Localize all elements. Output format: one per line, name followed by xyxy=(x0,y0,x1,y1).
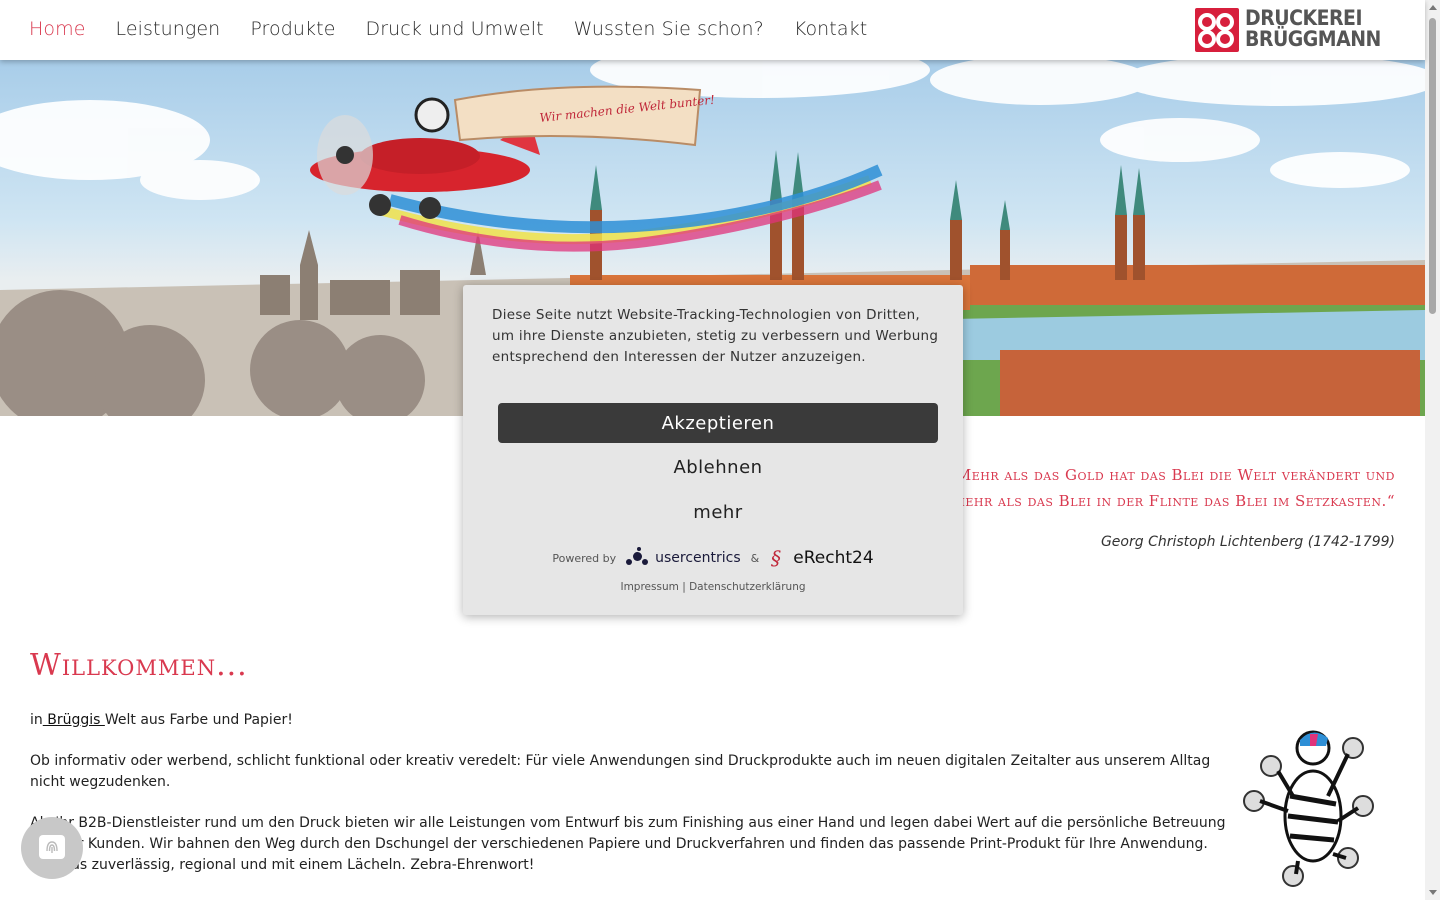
intro-prefix: in xyxy=(30,712,43,728)
scroll-down-arrow-icon[interactable] xyxy=(1429,890,1437,895)
welcome-title: Willkommen... xyxy=(30,648,248,683)
privacy-settings-button[interactable] xyxy=(21,817,83,879)
deny-cookies-button[interactable]: Ablehnen xyxy=(498,449,938,485)
more-info-button[interactable]: mehr xyxy=(498,494,938,530)
zebra-mascot-illustration xyxy=(1243,730,1374,887)
nav-menu: Home Leistungen Produkte Druck und Umwel… xyxy=(29,0,867,58)
nav-item-druck-und-umwelt[interactable]: Druck und Umwelt xyxy=(366,18,544,40)
nav-item-wussten-sie-schon[interactable]: Wussten Sie schon? xyxy=(574,18,764,40)
erecht24-logo[interactable]: § eRecht24 xyxy=(769,547,873,569)
powered-by-label: Powered by xyxy=(552,551,617,565)
logo-line-1: DRUCKEREI xyxy=(1245,6,1362,30)
intro-suffix: Welt aus Farbe und Papier! xyxy=(104,712,293,728)
nav-item-produkte[interactable]: Produkte xyxy=(250,18,335,40)
privacy-link[interactable]: Datenschutzerklärung xyxy=(689,581,805,593)
cookie-footer-links: Impressum | Datenschutzerklärung xyxy=(463,581,963,593)
welcome-paragraph-2: Als Ihr B2B-Dienstleister rund um den Dr… xyxy=(30,815,1226,873)
nav-item-kontakt[interactable]: Kontakt xyxy=(794,18,867,40)
usercentrics-logo[interactable]: usercentrics xyxy=(626,547,741,569)
logo-text: DRUCKEREI BRÜGGMANN xyxy=(1245,8,1381,50)
usercentrics-text: usercentrics xyxy=(655,550,741,566)
quote-author: Georg Christoph Lichtenberg (1742-1799) xyxy=(1100,534,1395,550)
svg-text:§: § xyxy=(771,547,781,569)
brueggis-link[interactable]: Brüggis xyxy=(43,712,105,728)
logo-line-2: BRÜGGMANN xyxy=(1245,27,1381,51)
imprint-link[interactable]: Impressum xyxy=(620,581,678,593)
nav-item-leistungen[interactable]: Leistungen xyxy=(116,18,221,40)
scrollbar-thumb[interactable] xyxy=(1429,18,1436,314)
ampersand: & xyxy=(750,551,760,565)
hero-quote: „Mehr als das Gold hat das Blei die Welt… xyxy=(947,466,1395,510)
erecht24-paragraph-icon: § xyxy=(771,547,781,569)
powered-by-row: Powered by usercentrics & § eRecht24 xyxy=(463,543,963,573)
page-scrollbar[interactable] xyxy=(1425,0,1440,900)
cookie-consent-dialog: Diese Seite nutzt Website-Tracking-Techn… xyxy=(463,285,963,615)
nav-item-home[interactable]: Home xyxy=(29,18,86,40)
site-logo[interactable]: DRUCKEREI BRÜGGMANN xyxy=(1195,8,1400,54)
welcome-paragraph-1: Ob informativ oder werbend, schlicht fun… xyxy=(30,753,1211,790)
link-separator: | xyxy=(682,581,686,593)
welcome-content: in Brüggis Welt aus Farbe und Papier! Ob… xyxy=(30,710,1230,896)
top-navigation: Home Leistungen Produkte Druck und Umwel… xyxy=(0,0,1425,60)
logo-mark-icon xyxy=(1195,8,1239,52)
usercentrics-dots-icon xyxy=(626,547,652,569)
scroll-up-arrow-icon[interactable] xyxy=(1429,5,1437,10)
erecht24-text: eRecht24 xyxy=(793,548,874,568)
welcome-intro: in Brüggis Welt aus Farbe und Papier! xyxy=(30,710,1230,731)
cookie-consent-text: Diese Seite nutzt Website-Tracking-Techn… xyxy=(492,307,939,365)
fingerprint-icon xyxy=(39,835,65,859)
accept-cookies-button[interactable]: Akzeptieren xyxy=(498,403,938,443)
